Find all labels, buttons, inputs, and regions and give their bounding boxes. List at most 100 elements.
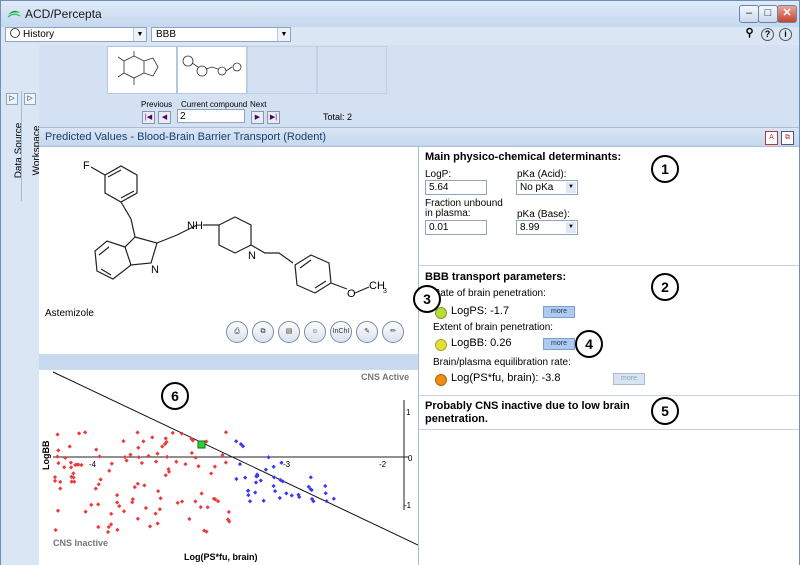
close-button[interactable]: ✕ — [777, 5, 797, 23]
inactive-point — [68, 460, 74, 465]
logbb-value: LogBB: 0.26 — [451, 337, 512, 349]
title-bar: ACD/Percepta – □ ✕ — [1, 1, 799, 27]
physchem-section: Main physico-chemical determinants: LogP… — [419, 147, 799, 266]
callout-3: 3 — [413, 285, 441, 313]
minimize-button[interactable]: – — [739, 5, 759, 23]
pka-acid-select[interactable]: No pKa ▼ — [516, 180, 578, 195]
connect-icon[interactable]: ⚲ — [743, 28, 756, 41]
clock-icon — [10, 28, 20, 38]
callout-2: 2 — [651, 273, 679, 301]
current-compound-marker — [197, 440, 206, 449]
copy-icon[interactable]: ⧉ — [781, 131, 794, 145]
inactive-point — [96, 482, 101, 487]
current-compound-input[interactable]: 2 — [177, 109, 245, 123]
inactive-point — [83, 509, 88, 514]
inactive-point — [67, 444, 72, 449]
smiley-button[interactable]: ☺ — [304, 321, 326, 343]
history-combo[interactable]: History ▼ — [5, 27, 147, 42]
previous-label: Previous — [141, 100, 173, 109]
inactive-point — [58, 486, 63, 491]
fu-label-2: in plasma: — [425, 208, 471, 219]
maximize-button[interactable]: □ — [758, 5, 778, 23]
inactive-point — [53, 527, 58, 533]
info-icon[interactable]: i — [779, 28, 792, 41]
inactive-point — [97, 454, 102, 459]
active-point — [323, 483, 328, 489]
inactive-point — [199, 491, 204, 496]
inactive-point — [158, 496, 163, 501]
active-point — [247, 499, 253, 504]
inchi-button[interactable]: InChI — [330, 321, 352, 343]
active-point — [261, 498, 266, 503]
more-logpsfu-button[interactable]: more — [613, 373, 645, 385]
model-combo[interactable]: BBB ▼ — [151, 27, 291, 42]
active-point — [243, 475, 248, 480]
more-logps-button[interactable]: more — [543, 306, 575, 318]
previous-button[interactable]: ◀ — [158, 111, 171, 124]
inactive-point — [55, 454, 60, 459]
inactive-point — [130, 497, 135, 502]
chevron-down-icon: ▼ — [133, 28, 146, 41]
x-tick-label: -2 — [379, 460, 387, 469]
inactive-point — [109, 461, 114, 466]
inactive-point — [223, 460, 228, 465]
structure-panel: F N NH N O CH 3 Astemizole ⎙ ⧉ ▤ ☺ InChI ✎ ✏ C… — [39, 147, 419, 565]
last-button[interactable]: ▶| — [267, 111, 280, 124]
inactive-point — [212, 464, 218, 469]
edit-button[interactable]: ✏ — [382, 321, 404, 343]
side-tabs: ▷ Data Source ▷ Workspace — [1, 45, 43, 565]
inactive-point — [128, 452, 133, 457]
inactive-point — [226, 509, 231, 515]
compound-thumbnail-2[interactable] — [177, 46, 247, 94]
next-button[interactable]: ▶ — [251, 111, 264, 124]
pka-acid-value: No pKa — [520, 182, 554, 193]
inactive-point — [56, 460, 61, 466]
pdf-report-button[interactable]: ⎙ — [226, 321, 248, 343]
caffeine-structure-icon — [117, 51, 159, 85]
active-point — [237, 462, 243, 467]
atom-n-piperidine: N — [248, 250, 256, 262]
callout-5: 5 — [651, 397, 679, 425]
pdf-icon[interactable]: A — [765, 131, 778, 145]
more-logbb-button[interactable]: more — [543, 338, 575, 350]
empty-slot — [247, 46, 317, 94]
fu-input[interactable]: 0.01 — [425, 220, 487, 235]
inactive-point — [121, 439, 126, 444]
atom-subscript: 3 — [383, 288, 387, 295]
inactive-point — [164, 454, 170, 460]
active-point — [234, 476, 239, 482]
book-button[interactable]: ▤ — [278, 321, 300, 343]
workspace-tab[interactable]: ▷ Workspace — [21, 91, 43, 201]
inactive-point — [114, 493, 120, 498]
history-label: History — [23, 29, 55, 40]
inactive-point — [68, 465, 74, 470]
inactive-point — [142, 483, 147, 488]
logp-label: LogP: — [425, 169, 452, 180]
data-source-tab[interactable]: ▷ Data Source — [4, 91, 25, 201]
x-tick-label: -3 — [283, 460, 291, 469]
inactive-point — [205, 505, 210, 510]
splitter[interactable] — [39, 354, 418, 370]
pka-acid-label: pKa (Acid): — [517, 169, 567, 180]
inactive-point — [115, 500, 120, 505]
compound-thumbnail-1[interactable] — [107, 46, 177, 94]
y-tick-label: -1 — [404, 501, 412, 510]
copy-structure-button[interactable]: ⧉ — [252, 321, 274, 343]
inactive-point — [141, 439, 146, 444]
inactive-point — [62, 465, 67, 470]
inactive-point — [160, 444, 165, 449]
extent-label: Extent of brain penetration: — [433, 322, 554, 333]
inactive-point — [93, 486, 98, 491]
y-tick-label: 1 — [406, 408, 411, 417]
inactive-point — [179, 499, 185, 504]
inactive-point — [115, 527, 120, 532]
open-button[interactable]: ✎ — [356, 321, 378, 343]
callout-1: 1 — [651, 155, 679, 183]
inactive-point — [121, 509, 127, 514]
first-button[interactable]: |◀ — [142, 111, 155, 124]
logp-input[interactable]: 5.64 — [425, 180, 487, 195]
pka-base-select[interactable]: 8.99 ▼ — [516, 220, 578, 235]
inactive-point — [109, 511, 114, 516]
active-point — [271, 483, 276, 489]
help-icon[interactable]: ? — [761, 28, 774, 41]
